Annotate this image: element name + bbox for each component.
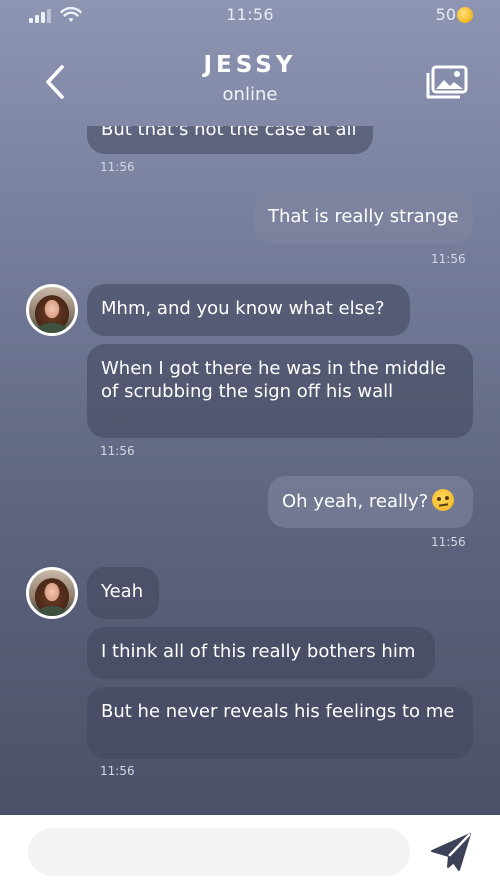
message-text: But that's not the case at all bbox=[101, 126, 357, 140]
message-bubble-outgoing: Oh yeah, really? bbox=[268, 476, 473, 528]
message-bubble-incoming: But that's not the case at all bbox=[87, 126, 373, 154]
contact-avatar[interactable] bbox=[26, 284, 78, 336]
message-bubble-incoming: Yeah bbox=[87, 567, 159, 619]
message-bubble-incoming: But he never reveals his feelings to me bbox=[87, 687, 473, 759]
message-text: I think all of this really bothers him bbox=[101, 641, 416, 662]
message-bubble-incoming: When I got there he was in the middle of… bbox=[87, 344, 473, 438]
message-time: 11:56 bbox=[100, 764, 135, 778]
message-bubble-incoming: Mhm, and you know what else? bbox=[87, 284, 410, 336]
message-time: 11:56 bbox=[100, 444, 135, 458]
gallery-icon[interactable] bbox=[424, 64, 470, 102]
chat-screen: 11:56 50 JESSY online But that's not the… bbox=[0, 0, 500, 815]
message-time: 11:56 bbox=[431, 535, 466, 549]
message-text: When I got there he was in the middle of… bbox=[101, 358, 446, 402]
message-text: Oh yeah, really? bbox=[282, 491, 429, 512]
message-list[interactable]: But that's not the case at all 11:56 Tha… bbox=[0, 126, 500, 815]
coin-icon bbox=[457, 7, 473, 23]
status-time: 11:56 bbox=[226, 5, 274, 24]
raised-eyebrow-emoji-icon bbox=[432, 489, 455, 511]
message-time: 11:56 bbox=[431, 252, 466, 266]
message-bubble-incoming: I think all of this really bothers him bbox=[87, 627, 435, 679]
composer-bar bbox=[0, 815, 500, 889]
message-text: That is really strange bbox=[268, 206, 459, 227]
contact-avatar[interactable] bbox=[26, 567, 78, 619]
message-time: 11:56 bbox=[100, 160, 135, 174]
message-text: But he never reveals his feelings to me bbox=[101, 701, 455, 722]
coin-count: 50 bbox=[435, 5, 456, 24]
send-icon[interactable] bbox=[429, 831, 473, 873]
message-bubble-outgoing: That is really strange bbox=[254, 192, 473, 244]
message-input[interactable] bbox=[28, 828, 410, 876]
message-text: Mhm, and you know what else? bbox=[101, 298, 385, 319]
message-text: Yeah bbox=[101, 581, 144, 602]
status-bar: 11:56 50 bbox=[0, 0, 500, 30]
